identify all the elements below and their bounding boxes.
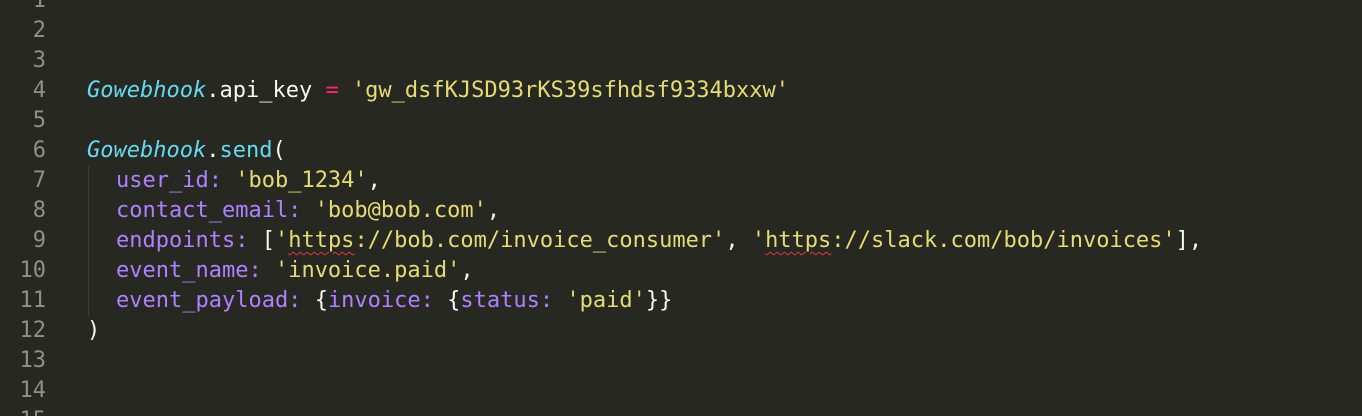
- string-token: 'paid': [566, 288, 646, 313]
- code-line-12[interactable]: ): [87, 316, 100, 346]
- symbol-key-token: invoice:: [327, 288, 434, 313]
- line-number: 4: [32, 78, 46, 103]
- operator-token: =: [325, 78, 339, 103]
- line-number: 15: [20, 406, 47, 416]
- code-line-8[interactable]: contact_email: 'bob@bob.com',: [87, 196, 500, 226]
- code-line-7[interactable]: user_id: 'bob_1234',: [87, 166, 381, 196]
- string-quote-token: ': [274, 228, 289, 253]
- line-number: 14: [19, 378, 47, 403]
- dot-token: .: [206, 138, 220, 163]
- separator-token: ,: [725, 228, 752, 253]
- string-token: ://bob.com/invoice_consumer': [354, 228, 726, 253]
- line-number: 3: [32, 48, 46, 73]
- line-number-gutter: 1 2 3 4 5 6 7 8 9 10 11 12 13 14 15: [0, 0, 56, 416]
- line-number: 10: [19, 258, 47, 283]
- string-token: 'bob_1234': [235, 168, 368, 193]
- paren-token: ): [87, 318, 101, 343]
- code-line-11[interactable]: event_payload: {invoice: {status: 'paid'…: [87, 286, 672, 316]
- indent-guide: [87, 286, 116, 316]
- code-line-10[interactable]: event_name: 'invoice.paid',: [87, 256, 474, 286]
- brace-token: {: [447, 288, 461, 313]
- paren-token: (: [272, 138, 286, 163]
- spellcheck-flagged-word[interactable]: https: [288, 228, 354, 253]
- line-number: 12: [19, 318, 47, 343]
- string-token: ://slack.com/bob/invoices': [831, 228, 1176, 253]
- line-number: 11: [19, 288, 47, 313]
- indent-guide: [87, 196, 116, 226]
- brace-token: {: [314, 288, 328, 313]
- comma-token: ,: [460, 258, 474, 283]
- spellcheck-flagged-word[interactable]: https: [765, 228, 831, 253]
- symbol-key-token: event_payload:: [116, 288, 302, 313]
- string-quote-token: ': [751, 228, 766, 253]
- string-token: 'bob@bob.com': [314, 198, 487, 223]
- dot-token: .: [206, 78, 220, 103]
- symbol-key-token: endpoints:: [116, 228, 249, 253]
- symbol-key-token: contact_email:: [116, 198, 302, 223]
- code-line-6[interactable]: Gowebhook.send(: [87, 136, 286, 166]
- method-token: send: [219, 138, 273, 163]
- line-number: 1: [32, 0, 46, 13]
- symbol-key-token: event_name:: [116, 258, 262, 283]
- line-number: 2: [32, 18, 46, 43]
- line-number: 7: [32, 168, 46, 193]
- symbol-key-token: status:: [460, 288, 554, 313]
- class-token: Gowebhook: [87, 78, 207, 103]
- indent-guide: [87, 256, 116, 286]
- line-number: 5: [32, 108, 46, 133]
- line-number: 9: [32, 228, 46, 253]
- class-token: Gowebhook: [87, 138, 207, 163]
- code-line-4[interactable]: Gowebhook.api_key = 'gw_dsfKJSD93rKS39sf…: [87, 76, 789, 106]
- line-number: 8: [32, 198, 46, 223]
- comma-token: ,: [367, 168, 381, 193]
- symbol-key-token: user_id:: [116, 168, 222, 193]
- line-number: 6: [32, 138, 46, 163]
- indent-guide: [87, 226, 116, 256]
- comma-token: ,: [486, 198, 501, 223]
- bracket-token: ]: [1175, 228, 1189, 253]
- bracket-token: [: [261, 228, 275, 253]
- indent-guide: [87, 166, 116, 196]
- line-number: 13: [19, 348, 47, 373]
- string-token: 'invoice.paid': [274, 258, 461, 283]
- code-editor[interactable]: 1 2 3 4 5 6 7 8 9 10 11 12 13 14 15 Gowe…: [0, 0, 1362, 416]
- brace-token: }}: [645, 288, 673, 313]
- attribute-token: api_key: [219, 78, 313, 103]
- code-line-9[interactable]: endpoints: ['https://bob.com/invoice_con…: [87, 226, 1202, 256]
- string-token: 'gw_dsfKJSD93rKS39sfhdsf9334bxxw': [351, 78, 790, 103]
- code-area[interactable]: Gowebhook.api_key = 'gw_dsfKJSD93rKS39sf…: [87, 0, 1362, 416]
- comma-token: ,: [1188, 228, 1203, 253]
